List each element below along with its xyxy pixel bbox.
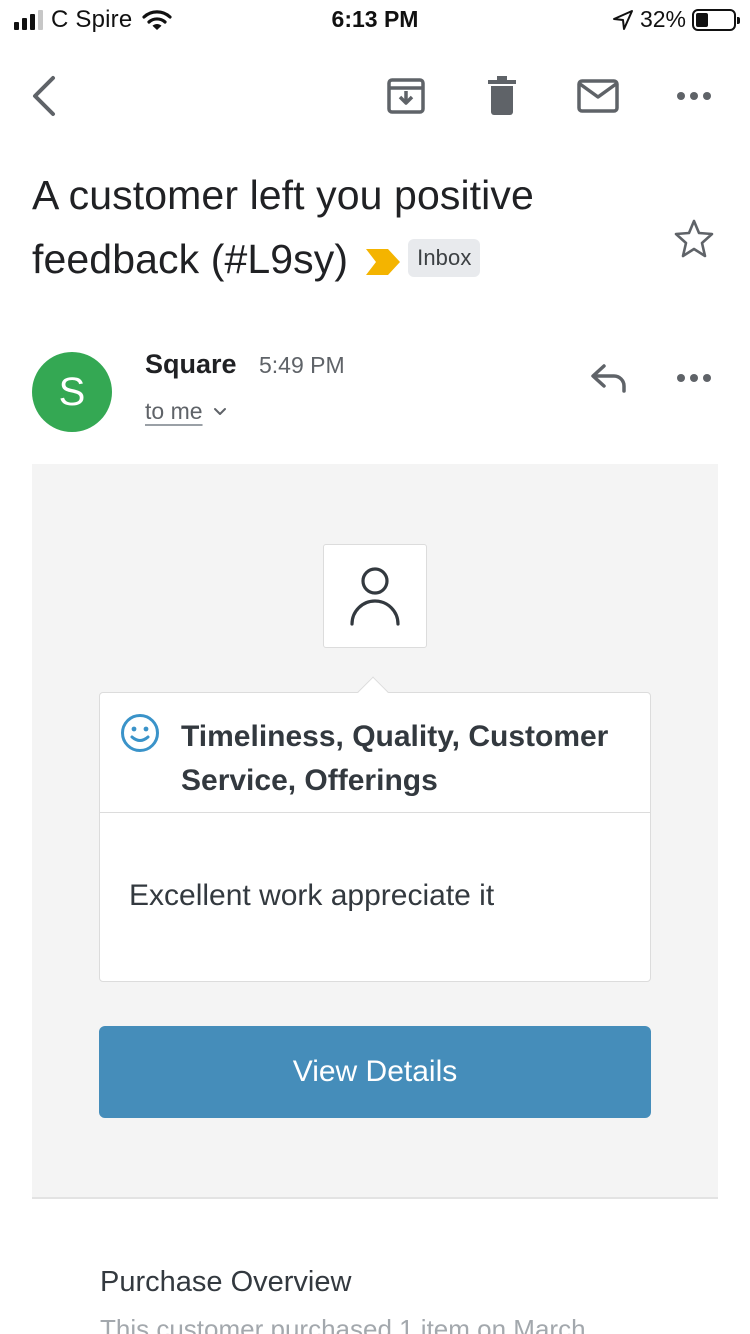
importance-marker-icon[interactable] — [366, 249, 401, 276]
message-toolbar — [0, 60, 750, 132]
feedback-card: Timeliness, Quality, Customer Service, O… — [99, 676, 651, 982]
back-arrow-icon — [33, 76, 55, 116]
status-right: 32% — [612, 6, 740, 33]
feedback-categories: Timeliness, Quality, Customer Service, O… — [181, 720, 609, 797]
sender-name[interactable]: Square — [145, 349, 237, 380]
status-bar: C Spire 6:13 PM 32% — [0, 0, 750, 40]
customer-avatar — [323, 544, 427, 648]
purchase-overview-text: This customer purchased 1 item on March — [100, 1314, 586, 1334]
archive-icon — [387, 78, 425, 114]
view-details-button[interactable]: View Details — [99, 1026, 651, 1118]
reply-icon — [591, 364, 626, 393]
person-icon — [350, 567, 400, 626]
star-icon — [674, 219, 714, 258]
mark-unread-button[interactable] — [562, 60, 634, 132]
star-button[interactable] — [668, 212, 720, 264]
more-options-button[interactable] — [658, 60, 730, 132]
inbox-label-chip[interactable]: Inbox — [408, 239, 481, 278]
feedback-card-header: Timeliness, Quality, Customer Service, O… — [100, 693, 650, 813]
sender-avatar[interactable]: S — [32, 352, 112, 432]
smiley-icon — [121, 714, 159, 752]
recipient-details-toggle[interactable]: to me — [145, 398, 227, 425]
back-button[interactable] — [8, 60, 80, 132]
location-arrow-icon — [612, 9, 633, 30]
delete-button[interactable] — [466, 60, 538, 132]
purchase-overview-heading: Purchase Overview — [100, 1266, 352, 1298]
reply-button[interactable] — [580, 350, 636, 406]
more-horizontal-icon — [677, 374, 711, 382]
mark-unread-icon — [577, 79, 619, 113]
email-body: Timeliness, Quality, Customer Service, O… — [32, 464, 718, 1199]
archive-button[interactable] — [370, 60, 442, 132]
battery-percent: 32% — [639, 6, 686, 32]
message-more-button[interactable] — [666, 350, 722, 406]
feedback-comment: Excellent work appreciate it — [129, 879, 495, 912]
sent-time: 5:49 PM — [259, 352, 345, 378]
trash-icon — [488, 76, 516, 115]
battery-icon — [692, 8, 740, 31]
recipient-text: to me — [145, 398, 203, 424]
email-subject: A customer left you positive feedback (#… — [32, 163, 652, 291]
chevron-down-icon — [213, 407, 226, 415]
more-horizontal-icon — [677, 92, 711, 100]
